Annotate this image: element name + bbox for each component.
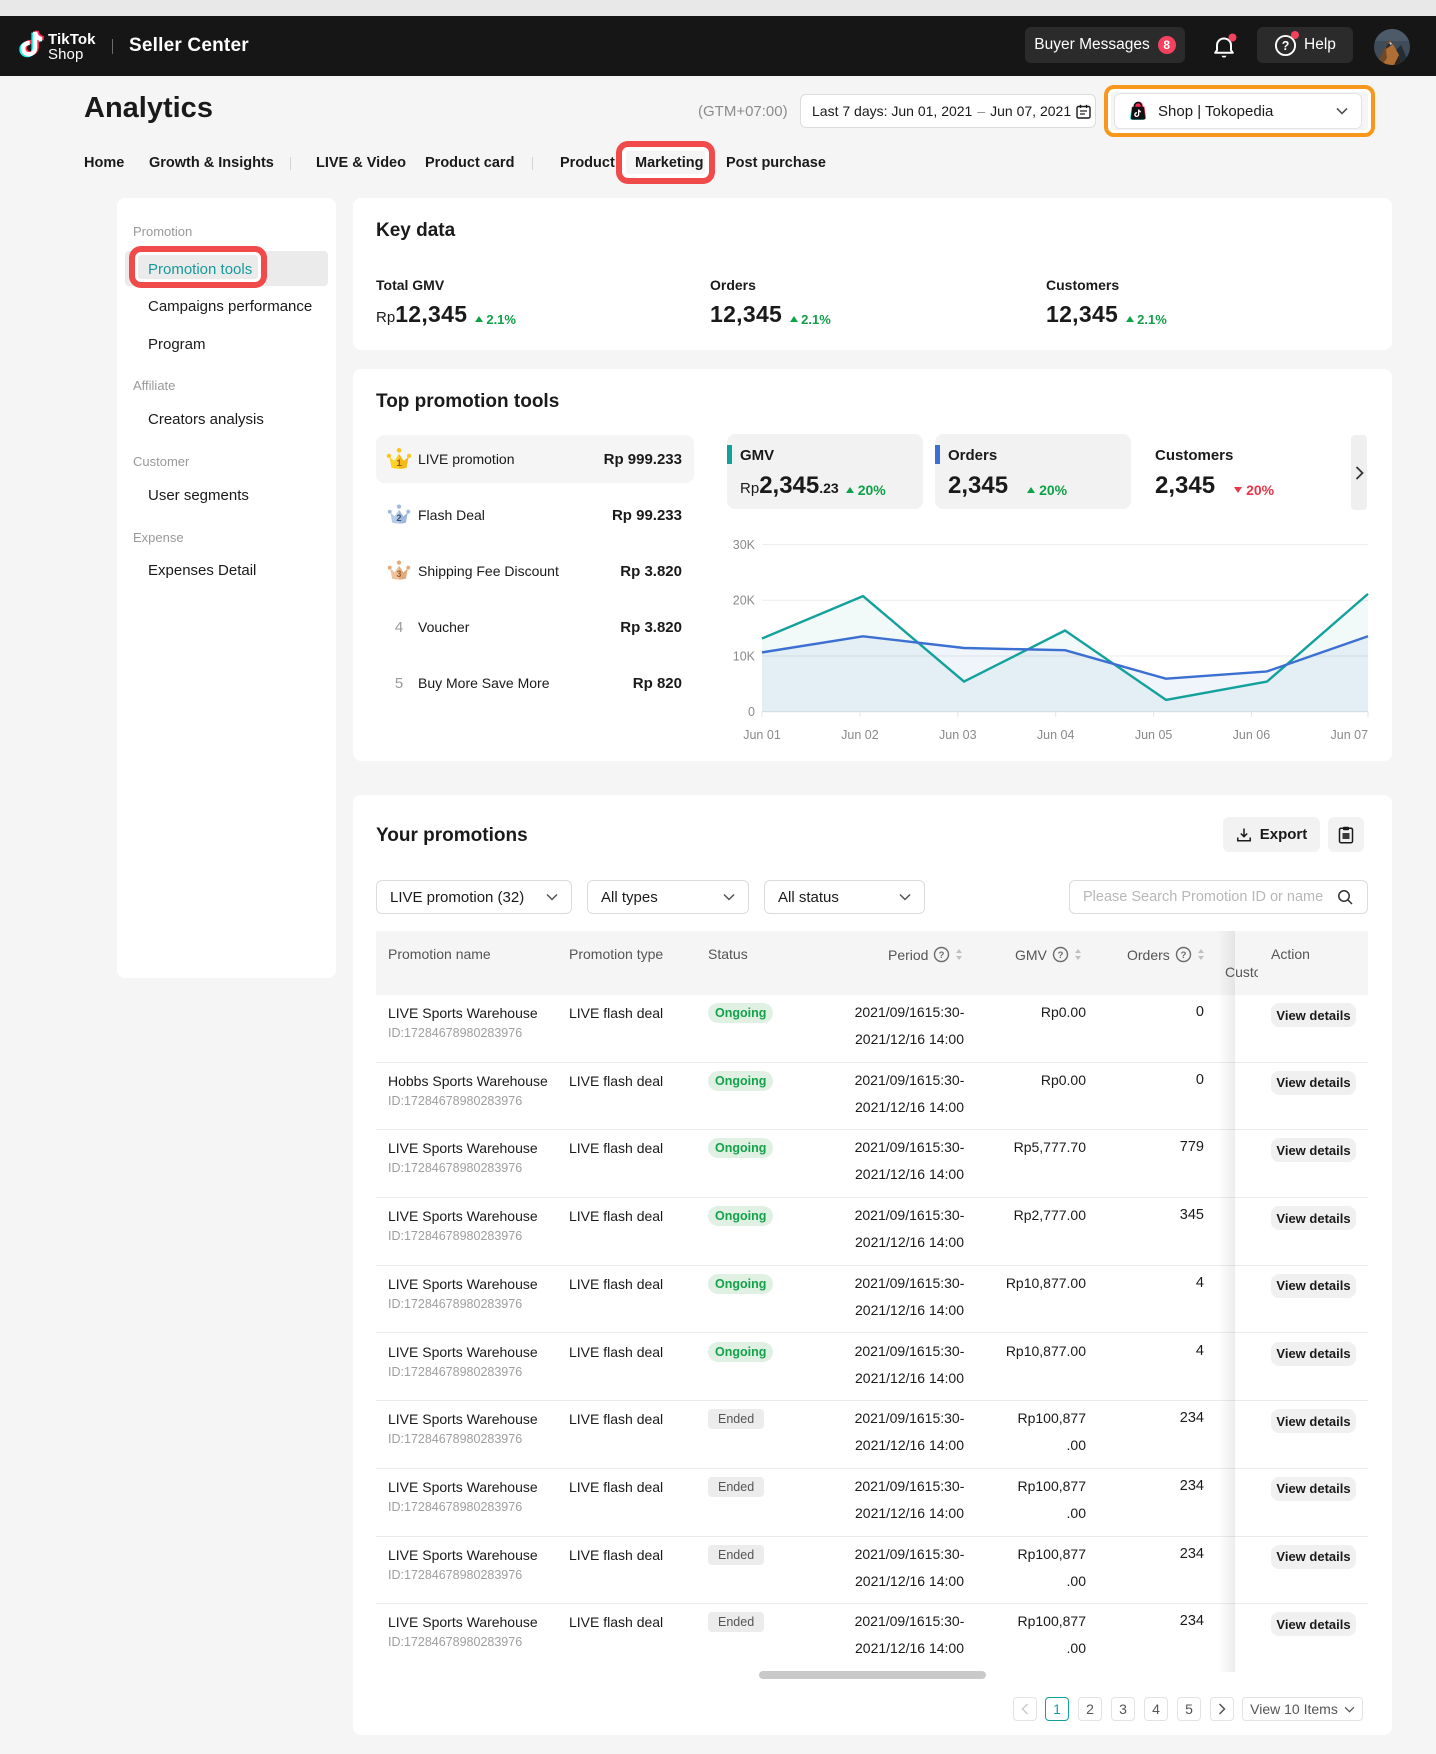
svg-text:?: ?: [1180, 950, 1186, 961]
svg-text:?: ?: [1057, 950, 1063, 961]
svg-text:Jun 02: Jun 02: [841, 728, 879, 742]
svg-text:Jun 04: Jun 04: [1037, 728, 1075, 742]
svg-text:Jun 01: Jun 01: [743, 728, 781, 742]
svg-text:Jun 07: Jun 07: [1331, 728, 1369, 742]
svg-text:1: 1: [396, 458, 402, 469]
svg-text:2: 2: [397, 513, 402, 523]
svg-text:10K: 10K: [733, 649, 756, 663]
svg-text:Jun 03: Jun 03: [939, 728, 977, 742]
svg-text:0: 0: [748, 705, 755, 719]
svg-text:?: ?: [1282, 38, 1290, 52]
svg-text:3: 3: [397, 569, 402, 579]
svg-text:30K: 30K: [733, 538, 756, 552]
svg-text:?: ?: [939, 950, 945, 961]
svg-text:20K: 20K: [733, 594, 756, 608]
svg-text:Jun 06: Jun 06: [1233, 728, 1271, 742]
svg-text:Jun 05: Jun 05: [1135, 728, 1173, 742]
